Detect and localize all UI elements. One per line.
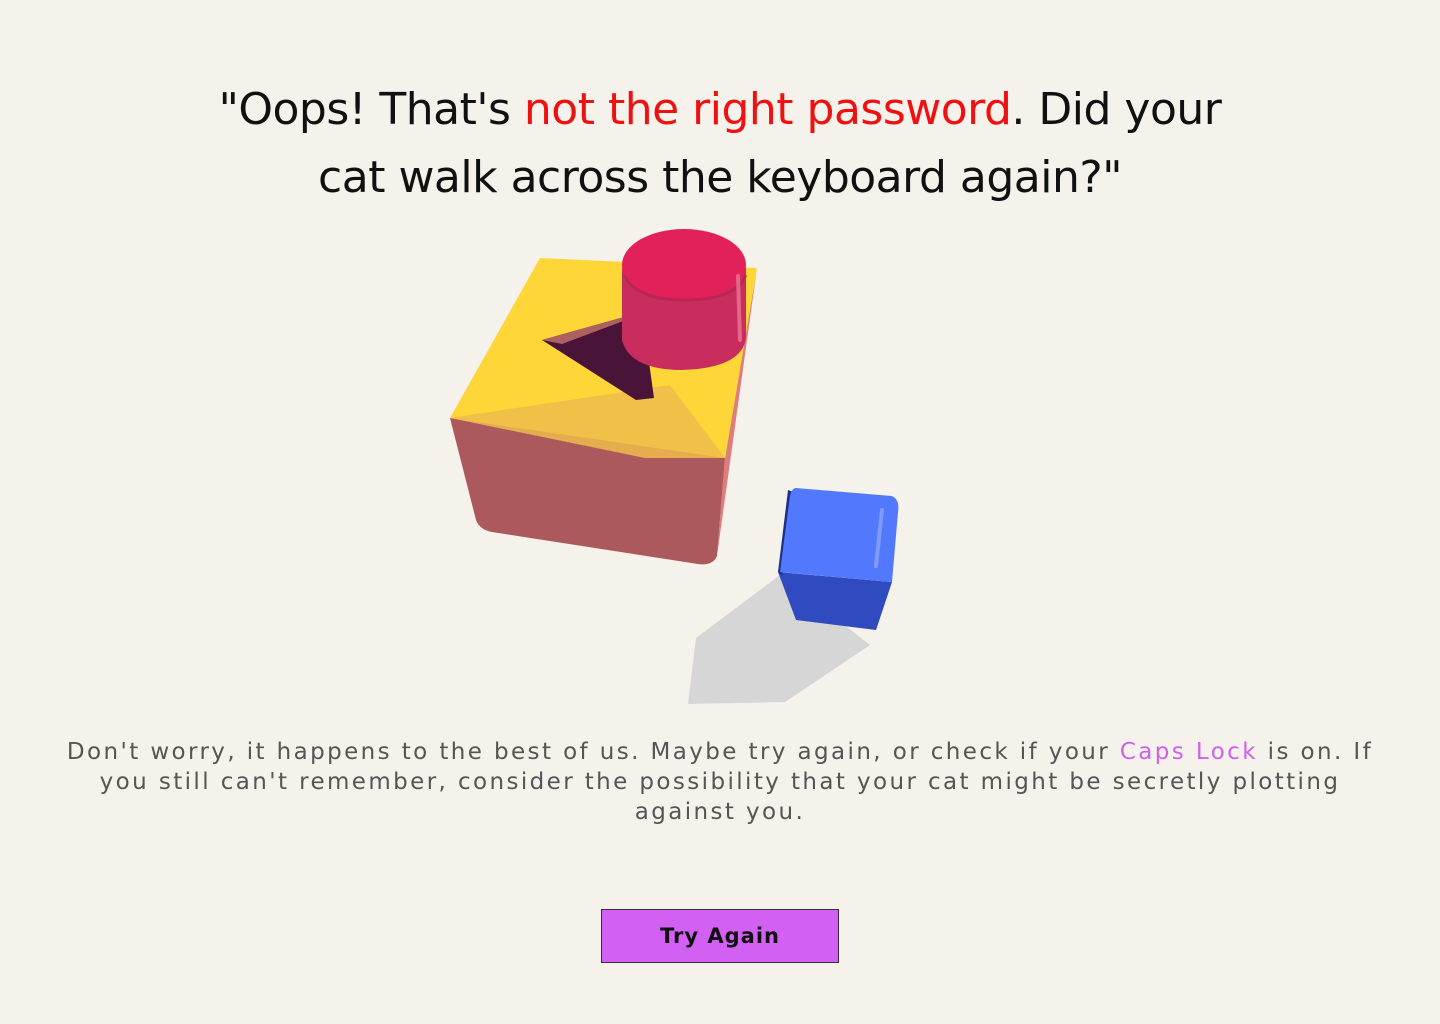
headline-text-start: "Oops! That's xyxy=(218,84,524,135)
error-message: Don't worry, it happens to the best of u… xyxy=(60,737,1380,827)
error-headline: "Oops! That's not the right password. Di… xyxy=(180,76,1260,212)
message-text-start: Don't worry, it happens to the best of u… xyxy=(66,739,1120,765)
headline-accent-text: not the right password xyxy=(523,84,1012,135)
caps-lock-highlight: Caps Lock xyxy=(1119,739,1258,765)
cylinder-highlight xyxy=(736,274,742,342)
shape-sorter-illustration xyxy=(450,229,899,704)
try-again-button[interactable]: Try Again xyxy=(601,909,839,963)
